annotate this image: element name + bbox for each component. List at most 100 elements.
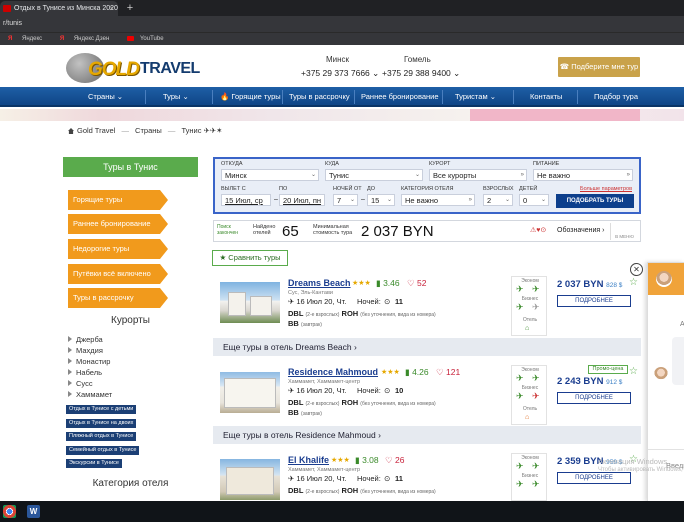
- heart-icon: ♡: [407, 278, 415, 288]
- sidebar-early-booking[interactable]: Раннее бронирование: [68, 214, 168, 234]
- tour-price: 2 243 BYN 912 $: [557, 376, 623, 387]
- chat-operator-avatar: [656, 271, 672, 287]
- find-tours-button[interactable]: ПОДОБРАТЬ ТУРЫ: [556, 194, 634, 208]
- hotel-icon: ⌂: [525, 325, 530, 332]
- favorite-star-icon[interactable]: ☆: [629, 366, 638, 377]
- nights-label: Ночей:: [357, 297, 381, 306]
- more-tours-link[interactable]: Еще туры в отель Dreams Beach ›: [213, 338, 641, 356]
- hotel-photo-dreams-beach[interactable]: [220, 282, 280, 323]
- min-price-label: Минимальная стоимость тура: [313, 224, 353, 236]
- details-button[interactable]: ПОДРОБНЕЕ: [557, 392, 631, 404]
- screen: Отдых в Тунисе из Минска 2020 × + r/tuni…: [0, 0, 684, 522]
- adults-select[interactable]: 2 ⌄: [483, 194, 513, 206]
- breadcrumb-home[interactable]: Gold Travel: [77, 126, 115, 135]
- chrome-taskbar-icon[interactable]: [3, 505, 16, 518]
- breadcrumb-countries[interactable]: Страны: [135, 126, 162, 135]
- tag-family[interactable]: Семейный отдых в Тунисе: [66, 446, 140, 455]
- gold-travel-logo[interactable]: GOLD TRAVEL: [66, 51, 200, 87]
- office-phone-gomel[interactable]: +375 29 388 9400 ⌄: [382, 68, 460, 79]
- nights-from-select[interactable]: 7 ⌄: [333, 194, 358, 206]
- tour-price: 2 037 BYN 828 $: [557, 279, 623, 290]
- plane-icon: ✈: [516, 284, 524, 294]
- bookmark-zen[interactable]: Я Яндекс Дзен: [56, 36, 113, 42]
- plane-icon: ✈: [516, 373, 524, 383]
- bookmark-youtube[interactable]: YouTube: [123, 35, 168, 42]
- nights-value: 11: [395, 474, 403, 483]
- tag-beach[interactable]: Пляжный отдых в Тунисе: [66, 432, 137, 441]
- bookmarks-bar: Я Яндекс Я Яндекс Дзен YouTube: [0, 32, 684, 45]
- tour-search-form: ОТКУДА Минск ⌄ КУДА Тунис ⌄ КУРОРТ Все кур…: [213, 157, 641, 214]
- pick-tour-button[interactable]: ☎ Подберите мне тур: [558, 57, 640, 77]
- tag-with-kids[interactable]: Отдых в Тунисе с детьми: [66, 405, 137, 414]
- nav-hot-tours[interactable]: 🔥 Горящие туры: [220, 87, 281, 107]
- hotel-photo-residence-mahmoud[interactable]: [220, 372, 280, 413]
- plane-icon: ✈: [532, 479, 540, 489]
- nights-to-select[interactable]: 15 ⌄: [367, 194, 395, 206]
- legend-icons: ⚠♥⊙: [530, 227, 547, 234]
- new-tab-button[interactable]: +: [124, 2, 136, 14]
- favorite-star-icon[interactable]: ☆: [629, 277, 638, 288]
- resort-mahdia[interactable]: Махдия: [68, 346, 103, 355]
- sidebar-installment[interactable]: Туры в рассрочку: [68, 288, 168, 308]
- nights-value: 11: [395, 297, 403, 306]
- resort-hammamet[interactable]: Хаммамет: [68, 390, 112, 399]
- address-bar[interactable]: r/tunis: [0, 16, 684, 32]
- compare-menu[interactable]: В МЕНЮ: [610, 223, 638, 240]
- nav-tours[interactable]: Туры ⌄: [163, 87, 189, 107]
- hotel-name-link[interactable]: Residence Mahmoud: [288, 367, 378, 377]
- legend-link[interactable]: Обозначения ›: [557, 227, 604, 234]
- children-select[interactable]: 0 ⌄: [519, 194, 549, 206]
- hotel-location[interactable]: Сус, Эль-Кантави: [288, 290, 333, 296]
- bookmark-yandex[interactable]: Я Яндекс: [4, 36, 46, 42]
- nav-tour-selection[interactable]: Подбор тура: [594, 87, 638, 107]
- hotel-likes: ♡ 52: [407, 278, 427, 288]
- promo-banner[interactable]: [0, 109, 684, 121]
- web-page: GOLD TRAVEL Минск +375 29 373 7666 ⌄ Гом…: [0, 45, 684, 501]
- office-phone-minsk[interactable]: +375 29 373 7666 ⌄: [301, 68, 379, 79]
- nav-early-booking[interactable]: Раннее бронирование: [361, 87, 439, 107]
- nav-contacts[interactable]: Контакты: [530, 87, 562, 107]
- hotel-location[interactable]: Хаммамет, Хаммамет-центр: [288, 467, 360, 473]
- yandex-icon: Я: [8, 36, 13, 42]
- more-tours-link[interactable]: Еще туры в отель Residence Mahmoud ›: [213, 426, 641, 444]
- resort-nabeul[interactable]: Набель: [68, 368, 102, 377]
- details-button[interactable]: ПОДРОБНЕЕ: [557, 295, 631, 307]
- resort-djerba[interactable]: Джерба: [68, 335, 103, 344]
- flight-options: Эконом ✈ ✈ Бизнес ✈ ✈ Отель ⌂: [511, 365, 547, 425]
- room-info: DBL (2-е взрослых) ROH (без уточнения, в…: [288, 309, 436, 318]
- nights-value: 10: [395, 386, 404, 395]
- sidebar-hot-tours[interactable]: Горящие туры: [68, 190, 168, 210]
- to-select[interactable]: Тунис ⌄: [325, 169, 423, 181]
- room-info: DBL (2-е взрослых) ROH (без уточнения, в…: [288, 486, 436, 495]
- hotel-name-link[interactable]: El Khalife: [288, 455, 329, 465]
- nav-tourists[interactable]: Туристам ⌄: [455, 87, 496, 107]
- food-select[interactable]: Не важно»: [533, 169, 633, 181]
- resort-select[interactable]: Все курорты»: [429, 169, 527, 181]
- hotel-stars: ★★★: [352, 280, 371, 287]
- compare-tours-button[interactable]: ★ Сравнить туры: [212, 250, 288, 266]
- chat-close-button[interactable]: ✕: [630, 263, 643, 276]
- nav-installment[interactable]: Туры в рассрочку: [289, 87, 350, 107]
- word-taskbar-icon[interactable]: W: [27, 505, 40, 518]
- from-select[interactable]: Минск ⌄: [221, 169, 319, 181]
- plane-icon: ✈: [516, 479, 524, 489]
- resort-sousse[interactable]: Сусс: [68, 379, 93, 388]
- resort-monastir[interactable]: Монастир: [68, 357, 110, 366]
- nav-countries[interactable]: Страны ⌄: [88, 87, 123, 107]
- more-params-link[interactable]: Больше параметров: [580, 186, 632, 192]
- category-select[interactable]: Не важно»: [401, 194, 475, 206]
- sidebar-all-inclusive[interactable]: Путёвки всё включено: [68, 264, 168, 284]
- browser-tab[interactable]: Отдых в Тунисе из Минска 2020 ×: [0, 1, 118, 16]
- depart-to-field[interactable]: 20 Июл, пн: [279, 194, 325, 206]
- hotel-name-link[interactable]: Dreams Beach: [288, 278, 351, 288]
- tab-close-icon[interactable]: ×: [109, 1, 114, 16]
- sidebar-cheap-tours[interactable]: Недорогие туры: [68, 239, 168, 259]
- tag-excursions[interactable]: Экскурсии в Тунисе: [66, 459, 122, 468]
- hotel-photo-el-khalife[interactable]: [220, 459, 280, 500]
- depart-from-field[interactable]: 15 Июл, ср: [221, 194, 271, 206]
- plane-icon: ✈: [532, 302, 540, 312]
- hotel-location[interactable]: Хаммамет, Хаммамет-центр: [288, 379, 360, 385]
- hotel-rating: ▮ 4.26: [405, 367, 429, 377]
- address-text: r/tunis: [3, 20, 23, 27]
- tag-for-two[interactable]: Отдых в Тунисе на двоих: [66, 419, 137, 428]
